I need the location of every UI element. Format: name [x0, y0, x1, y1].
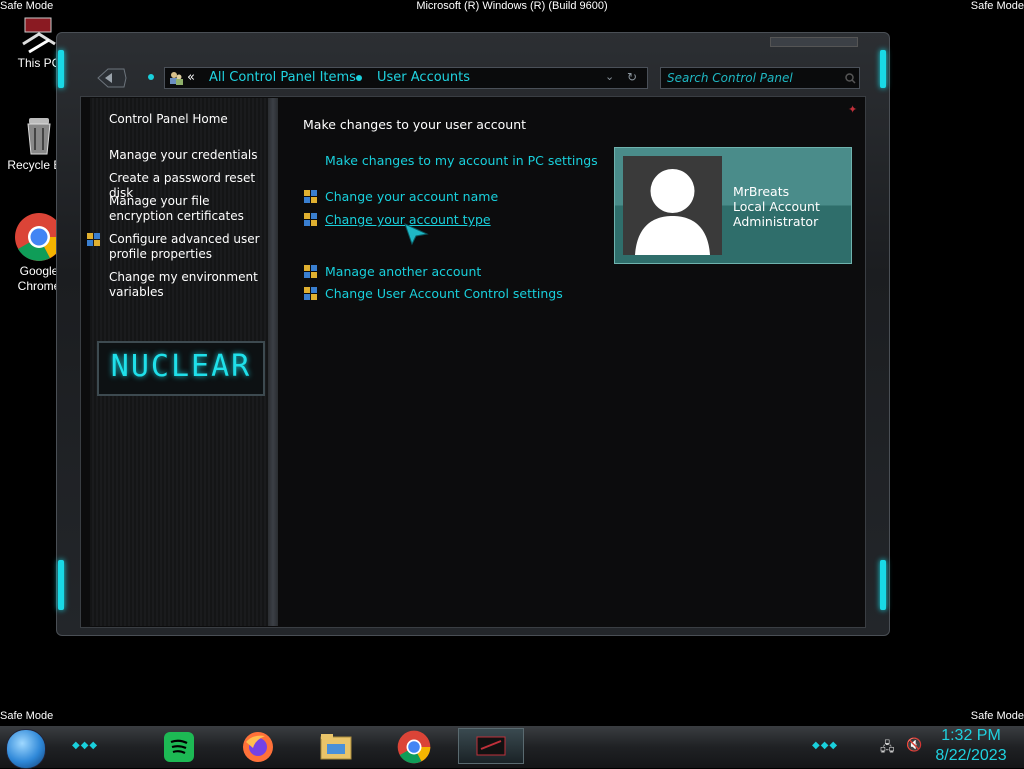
network-icon[interactable]: 🖧: [880, 738, 895, 760]
search-icon[interactable]: [845, 73, 856, 84]
breadcrumb-all-control-panel-items[interactable]: All Control Panel Items: [209, 70, 356, 85]
safe-mode-label-bottom-right: Safe Mode: [970, 710, 1024, 722]
breadcrumb-separator: [356, 75, 362, 81]
frame-glow-left-bottom: [58, 560, 64, 610]
uac-shield-icon: [304, 213, 318, 227]
address-overflow-chevron[interactable]: «: [187, 70, 195, 85]
nuclear-logo: NUCLEAR: [97, 341, 265, 396]
system-clock[interactable]: 1:32 PM 8/22/2023: [928, 726, 1014, 766]
taskbar-control-panel-active[interactable]: [458, 728, 524, 764]
control-panel-icon: [476, 736, 506, 756]
uac-shield-icon: [87, 233, 101, 247]
uac-shield-icon: [304, 287, 318, 301]
clock-date: 8/22/2023: [935, 747, 1007, 764]
safe-mode-label-top-right: Safe Mode: [970, 0, 1024, 12]
this-pc-icon: [22, 17, 56, 54]
recent-pages-dot[interactable]: [148, 74, 154, 80]
address-dropdown-icon[interactable]: ⌄: [605, 70, 614, 83]
taskbar-deco-right: ◆◆◆: [812, 740, 839, 751]
search-input[interactable]: Search Control Panel: [667, 71, 793, 85]
back-arrow-icon: [97, 68, 127, 88]
taskbar-spotify[interactable]: [162, 730, 196, 764]
taskbar-firefox[interactable]: [241, 730, 275, 764]
uac-settings-link[interactable]: Change User Account Control settings: [325, 286, 563, 301]
clock-time: 1:32 PM: [941, 727, 1001, 744]
advanced-profile-properties-link[interactable]: Configure advanced user profile properti…: [109, 232, 269, 262]
taskbar-chrome[interactable]: [397, 730, 431, 764]
firefox-icon: [243, 732, 273, 762]
frame-glow-right-top: [880, 50, 886, 88]
start-button[interactable]: [6, 729, 46, 769]
taskbar-file-explorer[interactable]: [319, 730, 353, 764]
account-role: Administrator: [733, 214, 819, 229]
account-type: Local Account: [733, 199, 820, 214]
file-encryption-link[interactable]: Manage your file encryption certificates: [109, 194, 269, 224]
avatar: [623, 156, 722, 255]
control-panel-home-link[interactable]: Control Panel Home: [109, 112, 269, 127]
account-card: MrBreats Local Account Administrator: [614, 147, 852, 264]
safe-mode-label-bottom-left: Safe Mode: [0, 710, 54, 722]
refresh-icon[interactable]: ↻: [627, 70, 637, 84]
back-forward-button[interactable]: [96, 66, 128, 90]
manage-another-account-link[interactable]: Manage another account: [325, 264, 481, 279]
window-title-plate: [770, 37, 858, 47]
chrome-icon: [397, 730, 431, 764]
breadcrumb-user-accounts[interactable]: User Accounts: [377, 70, 470, 85]
help-icon[interactable]: ✦: [848, 103, 857, 116]
uac-shield-icon: [304, 190, 318, 204]
taskbar-deco-left: ◆◆◆: [72, 740, 99, 751]
user-accounts-icon: [170, 72, 183, 85]
nuclear-logo-text: NUCLEAR: [110, 349, 252, 384]
pane-splitter[interactable]: [268, 98, 278, 626]
page-title: Make changes to your user account: [303, 117, 527, 132]
uac-shield-icon: [304, 265, 318, 279]
volume-muted-icon[interactable]: 🔇: [906, 738, 922, 753]
manage-credentials-link[interactable]: Manage your credentials: [109, 148, 269, 163]
change-account-name-link[interactable]: Change your account name: [325, 189, 498, 204]
build-label: Microsoft (R) Windows (R) (Build 9600): [416, 0, 608, 12]
address-bar[interactable]: « All Control Panel Items User Accounts …: [164, 67, 648, 89]
frame-glow-left-top: [58, 50, 64, 88]
mouse-cursor-icon: [404, 223, 429, 246]
user-avatar-icon: [635, 169, 710, 255]
search-box[interactable]: Search Control Panel: [660, 67, 860, 89]
frame-glow-right-bottom: [880, 560, 886, 610]
spotify-icon: [164, 732, 194, 762]
recycle-bin-icon: [27, 118, 51, 155]
folder-icon: [320, 734, 352, 760]
pc-settings-link[interactable]: Make changes to my account in PC setting…: [325, 153, 598, 168]
environment-variables-link[interactable]: Change my environment variables: [109, 270, 269, 300]
account-name: MrBreats: [733, 184, 790, 199]
